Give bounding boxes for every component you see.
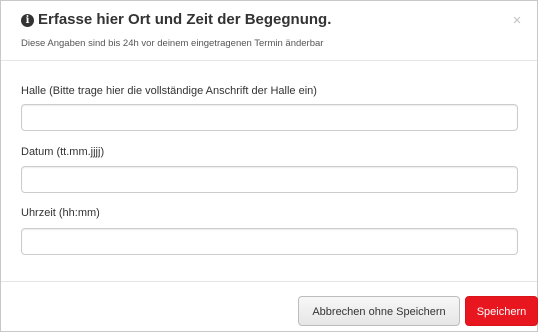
date-input[interactable] [21,166,518,193]
time-input[interactable] [21,228,518,255]
dialog-footer: Abbrechen ohne Speichern Speichern [1,281,538,333]
time-label: Uhrzeit (hh:mm) [21,207,100,219]
venue-address-input[interactable] [21,104,518,131]
save-button[interactable]: Speichern [465,296,538,326]
dialog-title: Erfasse hier Ort und Zeit der Begegnung. [38,11,332,28]
cancel-without-saving-button[interactable]: Abbrechen ohne Speichern [298,296,460,326]
info-icon: i [21,14,34,27]
venue-address-label: Halle (Bitte trage hier die vollständige… [21,85,317,97]
dialog-subtitle: Diese Angaben sind bis 24h vor deinem ei… [21,38,324,49]
dialog-header: i Erfasse hier Ort und Zeit der Begegnun… [1,1,537,61]
dialog-body: Halle (Bitte trage hier die vollständige… [1,61,537,281]
date-label: Datum (tt.mm.jjjj) [21,146,105,158]
close-icon[interactable]: × [509,13,525,29]
venue-time-dialog: i Erfasse hier Ort und Zeit der Begegnun… [0,0,538,332]
